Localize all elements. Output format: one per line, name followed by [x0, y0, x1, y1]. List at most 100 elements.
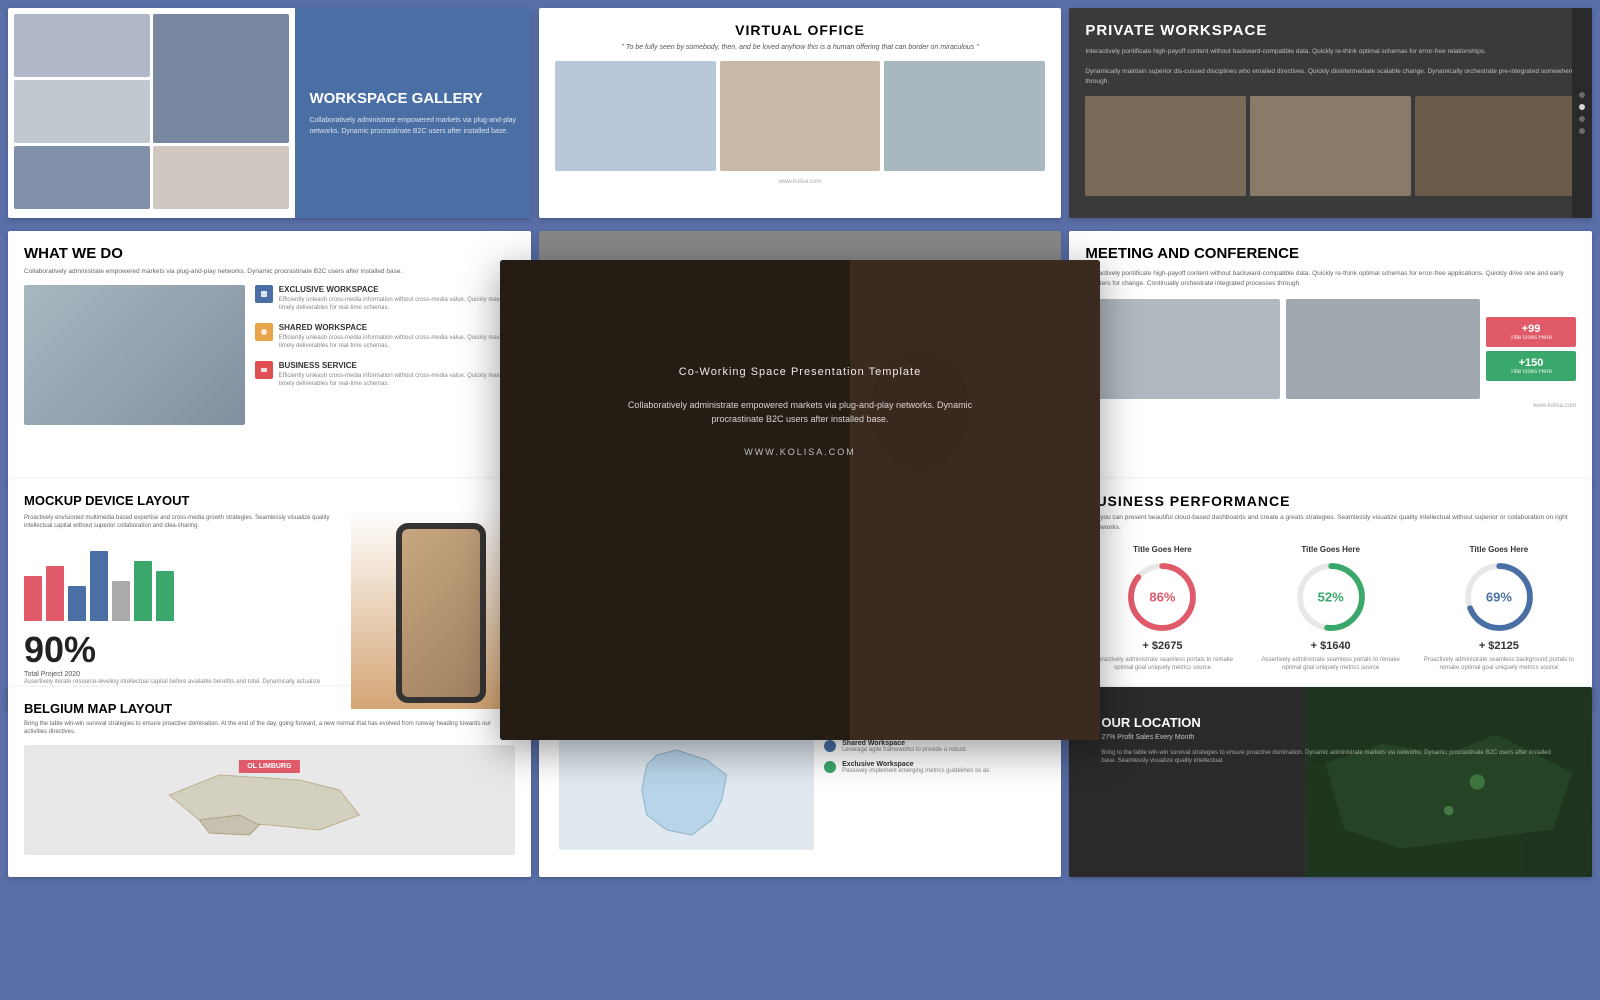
virtual-office-title: VIRTUAL OFFICE	[555, 22, 1046, 38]
slide-virtual-office: VIRTUAL OFFICE " To be fully seen by som…	[539, 8, 1062, 218]
france-item-name-2: Exclusive Workspace	[842, 761, 991, 768]
workspace-photo-1	[14, 14, 150, 77]
stat-box-1: +99 Title Goes Here	[1486, 317, 1576, 347]
bar-2	[46, 566, 64, 621]
meeting-title: MEETING AND CONFERENCE	[1085, 245, 1576, 263]
mockup-desc: Proactively envisioned multimedia based …	[24, 514, 335, 531]
service-business: BUSINESS SERVICE Efficiently unleash cro…	[255, 361, 515, 389]
france-items: Shared Workspace Leverage agile framewor…	[824, 740, 1041, 850]
slide-what-we-do: WHAT WE DO Collaboratively administrate …	[8, 231, 531, 481]
location-title: OUR LOCATION	[1101, 715, 1560, 730]
slide-mockup-device: MOCKUP DEVICE LAYOUT Proactively envisio…	[8, 479, 531, 709]
mockup-project-label: Total Project 2020	[24, 671, 335, 678]
donut-label-3: 69%	[1486, 589, 1512, 604]
private-workspace-desc: Interactively pontificate high-payoff co…	[1085, 47, 1576, 57]
stat-sub-2: Title Goes Here	[1496, 369, 1566, 375]
perf-value-2: + $1640	[1254, 640, 1408, 652]
meeting-photos: +99 Title Goes Here +150 Title Goes Here	[1085, 299, 1576, 399]
stat-box-2: +150 Title Goes Here	[1486, 351, 1576, 381]
france-item-1: Shared Workspace Leverage agile framewor…	[824, 740, 1041, 753]
perf-sub-2: Assertively administrate seamless portal…	[1254, 656, 1408, 673]
private-photo-1	[1085, 96, 1246, 196]
slide-meeting-conference: MEETING AND CONFERENCE Interactively pon…	[1069, 231, 1592, 481]
stat-value-2: +150	[1496, 357, 1566, 369]
meeting-stats: +99 Title Goes Here +150 Title Goes Here	[1486, 299, 1576, 399]
performance-columns: Title Goes Here 86% + $2675 Interactivel…	[1085, 545, 1576, 673]
workspace-gallery-desc: Collaboratively administrate empowered m…	[309, 116, 516, 137]
perf-label-1: Title Goes Here	[1085, 545, 1239, 554]
hero-website: WWW.KOLISA.COM	[520, 447, 1080, 457]
bar-1	[24, 576, 42, 621]
private-photo-2	[1250, 96, 1411, 196]
hero-description: Collaboratively administrate empowered m…	[610, 398, 990, 427]
business-text: BUSINESS SERVICE Efficiently unleash cro…	[279, 361, 515, 389]
perf-sub-1: Interactively administrate seamless port…	[1085, 656, 1239, 673]
slide-our-location: OUR LOCATION 27% Profit Sales Every Mont…	[1069, 687, 1592, 877]
donut-chart-3: 69%	[1464, 562, 1534, 632]
business-name: BUSINESS SERVICE	[279, 361, 515, 370]
hero-bg-svg	[500, 260, 1100, 740]
slide-workspace-gallery: WORKSPACE GALLERY Collaboratively admini…	[8, 8, 531, 218]
perf-col-3: Title Goes Here 69% + $2125 Proactively …	[1422, 545, 1576, 673]
france-map-visual	[559, 740, 814, 850]
what-we-do-desc: Collaboratively administrate empowered m…	[24, 268, 515, 275]
meeting-url: www.kolisa.com	[1085, 403, 1576, 409]
workspace-photo-5	[153, 146, 289, 209]
phone-mockup	[396, 523, 486, 703]
stat-sub-1: Title Goes Here	[1496, 335, 1566, 341]
private-photo-3	[1415, 96, 1576, 196]
workspace-photo-2	[153, 14, 289, 143]
what-we-do-title: WHAT WE DO	[24, 245, 515, 262]
bar-7	[156, 571, 174, 621]
what-we-do-services: EXCLUSIVE WORKSPACE Efficiently unleash …	[255, 285, 515, 425]
exclusive-name: EXCLUSIVE WORKSPACE	[279, 285, 515, 294]
private-workspace-photos	[1085, 96, 1576, 196]
phone-screen	[402, 529, 480, 697]
perf-label-3: Title Goes Here	[1422, 545, 1576, 554]
workspace-photo-4	[14, 146, 150, 209]
donut-label-1: 86%	[1149, 589, 1175, 604]
perf-value-1: + $2675	[1085, 640, 1239, 652]
mockup-content-left: MOCKUP DEVICE LAYOUT Proactively envisio…	[8, 479, 351, 709]
france-item-desc-1: Leverage agile frameworks to provide a r…	[842, 747, 967, 753]
perf-col-1: Title Goes Here 86% + $2675 Interactivel…	[1085, 545, 1239, 673]
workspace-gallery-title: WORKSPACE GALLERY	[309, 89, 516, 109]
meeting-photo-2	[1286, 299, 1480, 399]
exclusive-icon	[255, 285, 273, 303]
perf-sub-3: Proactively administrate seamless backgr…	[1422, 656, 1576, 673]
shared-icon	[255, 323, 273, 341]
hero-tagline: Co-Working Space Presentation Template	[520, 366, 1080, 378]
business-title: BUSINESS PERFORMANCE	[1085, 493, 1576, 509]
sidebar-dot-4	[1579, 128, 1585, 134]
service-shared: SHARED WORKSPACE Efficiently unleash cro…	[255, 323, 515, 351]
mockup-bar-chart	[24, 541, 335, 621]
bar-3	[68, 586, 86, 621]
meeting-desc: Interactively pontificate high-payoff co…	[1085, 269, 1576, 289]
location-desc: Bring to the table win-win survival stra…	[1101, 749, 1560, 766]
france-item-text-1: Shared Workspace Leverage agile framewor…	[842, 740, 967, 753]
slide-private-workspace: PRIVATE WORKSPACE Interactively pontific…	[1069, 8, 1592, 218]
donut-label-2: 52%	[1318, 589, 1344, 604]
shared-text: SHARED WORKSPACE Efficiently unleash cro…	[279, 323, 515, 351]
workspace-photo-3	[14, 80, 150, 143]
shared-name: SHARED WORKSPACE	[279, 323, 515, 332]
business-icon	[255, 361, 273, 379]
what-we-do-photo	[24, 285, 245, 425]
perf-value-3: + $2125	[1422, 640, 1576, 652]
workspace-gallery-content: WORKSPACE GALLERY Collaboratively admini…	[295, 8, 530, 218]
business-desc: Now you can present beautiful cloud-base…	[1085, 513, 1576, 533]
exclusive-text: EXCLUSIVE WORKSPACE Efficiently unleash …	[279, 285, 515, 313]
workspace-photo-grid	[8, 8, 295, 218]
service-exclusive: EXCLUSIVE WORKSPACE Efficiently unleash …	[255, 285, 515, 313]
france-item-name-1: Shared Workspace	[842, 740, 967, 747]
france-dot-1	[824, 740, 836, 752]
sidebar-dot-2	[1579, 104, 1585, 110]
hero-background	[500, 260, 1100, 740]
slide-belgium-map: BELGIUM MAP LAYOUT Bring the table win-w…	[8, 687, 531, 877]
virtual-photo-1	[555, 61, 716, 171]
virtual-office-quote: " To be fully seen by somebody, then, an…	[555, 44, 1046, 51]
sidebar-dot-3	[1579, 116, 1585, 122]
belgium-desc: Bring the table win-win survival strateg…	[24, 720, 515, 737]
sidebar-dot-1	[1579, 92, 1585, 98]
france-item-2: Exclusive Workspace Passively implement …	[824, 761, 1041, 774]
